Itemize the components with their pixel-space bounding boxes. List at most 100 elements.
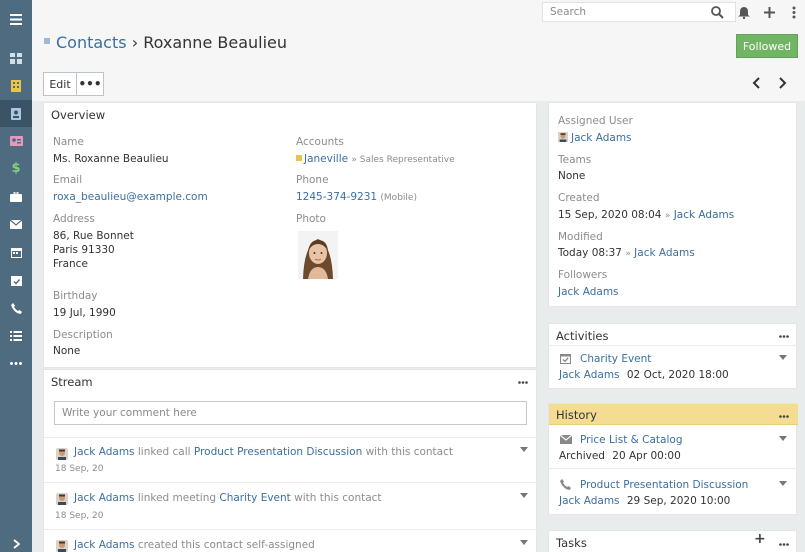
avatar — [56, 540, 68, 552]
birthday-label: Birthday — [53, 290, 98, 302]
sidebar-item-more[interactable] — [0, 350, 32, 377]
stream-entry-text: Jack Adams created this contact self-ass… — [74, 538, 315, 552]
stream-user-link[interactable]: Jack Adams — [74, 446, 135, 458]
contact-photo[interactable] — [298, 231, 338, 279]
activity-link[interactable]: Charity Event — [580, 352, 651, 366]
record-info-panel: Assigned User Jack Adams Teams None Crea… — [548, 102, 797, 307]
sidebar-item-cases[interactable] — [0, 183, 32, 210]
edit-button[interactable]: Edit — [43, 72, 77, 96]
phone-link[interactable]: 1245-374-9231 — [296, 191, 377, 203]
overview-title: Overview — [51, 108, 106, 122]
portrait-photo — [298, 231, 338, 279]
menu-button[interactable] — [786, 4, 802, 20]
sidebar-item-tasks[interactable] — [0, 322, 32, 349]
assigned-user-link[interactable]: Jack Adams — [571, 132, 632, 144]
address-line3: France — [53, 258, 88, 270]
comment-input[interactable]: Write your comment here — [54, 401, 527, 425]
history-email-link[interactable]: Price List & Catalog — [580, 433, 683, 447]
tasks-panel: Tasks + — [548, 530, 797, 552]
sidebar-item-calls[interactable] — [0, 295, 32, 322]
notifications-button[interactable] — [736, 4, 752, 20]
next-record-button[interactable] — [776, 76, 790, 90]
sidebar-item-leads[interactable] — [0, 127, 32, 154]
modified-label: Modified — [558, 231, 603, 243]
calendar-check-icon — [560, 354, 571, 364]
created-by-link[interactable]: Jack Adams — [674, 209, 735, 221]
phone-icon — [560, 479, 571, 490]
stream-target-link[interactable]: Product Presentation Discussion — [194, 446, 362, 458]
stream-date: 18 Sep, 20 — [55, 511, 104, 521]
history-menu-button[interactable] — [779, 408, 789, 421]
sidebar-expand[interactable] — [0, 530, 32, 552]
caret-down-icon[interactable] — [520, 447, 528, 452]
activities-title: Activities — [556, 329, 609, 343]
account-link[interactable]: Janeville — [304, 153, 348, 165]
sidebar-item-contacts[interactable] — [0, 100, 32, 127]
sidebar: $ — [0, 0, 32, 552]
created-date: 15 Sep, 2020 08:04 — [558, 209, 662, 221]
history-call-link[interactable]: Product Presentation Discussion — [580, 478, 748, 492]
followers-link[interactable]: Jack Adams — [558, 285, 619, 299]
caret-down-icon[interactable] — [520, 540, 528, 545]
add-task-button[interactable]: + — [754, 531, 766, 547]
tasks-menu-button[interactable] — [779, 536, 789, 549]
stream-action: created this contact self-assigned — [137, 539, 315, 551]
caret-down-icon[interactable] — [779, 481, 787, 486]
stream-user-link[interactable]: Jack Adams — [74, 539, 135, 551]
stream-entry: Jack Adams linked meeting Charity Event … — [44, 482, 537, 529]
page-title: Roxanne Beaulieu — [143, 33, 288, 52]
menu-toggle[interactable] — [0, 6, 32, 33]
stream-action: linked meeting — [137, 492, 217, 504]
caret-down-icon[interactable] — [520, 493, 528, 498]
email-label: Email — [53, 174, 83, 186]
building-icon — [11, 79, 21, 92]
stream-menu-button[interactable] — [518, 374, 528, 387]
record-header: Contacts › Roxanne Beaulieu Followed Edi… — [32, 23, 805, 101]
sidebar-item-dashboard[interactable] — [0, 45, 32, 72]
name-label: Name — [53, 136, 84, 148]
search-icon — [710, 5, 724, 19]
sidebar-item-meetings[interactable] — [0, 267, 32, 294]
sidebar-item-calendar[interactable] — [0, 239, 32, 266]
email-link[interactable]: roxa_beaulieu@example.com — [53, 190, 208, 204]
previous-record-button[interactable] — [749, 76, 763, 90]
followed-button[interactable]: Followed — [736, 34, 798, 58]
activity-user-link[interactable]: Jack Adams — [559, 369, 620, 381]
stream-entry-text: Jack Adams linked meeting Charity Event … — [74, 491, 382, 505]
sidebar-item-email[interactable] — [0, 211, 32, 238]
address-line2: Paris 91330 — [53, 244, 115, 256]
more-icon — [10, 362, 22, 365]
caret-down-icon[interactable] — [779, 436, 787, 441]
calendar-check-icon — [10, 276, 22, 286]
overview-panel: Overview Name Ms. Roxanne Beaulieu Accou… — [43, 102, 537, 368]
sidebar-item-accounts[interactable] — [0, 72, 32, 99]
history-call-user-link[interactable]: Jack Adams — [559, 495, 620, 507]
search-button[interactable] — [709, 4, 725, 20]
name-value: Ms. Roxanne Beaulieu — [53, 153, 169, 165]
modified-by-link[interactable]: Jack Adams — [634, 247, 695, 259]
stream-user-link[interactable]: Jack Adams — [74, 492, 135, 504]
created-label: Created — [558, 192, 600, 204]
activities-menu-button[interactable] — [779, 328, 789, 341]
breadcrumb: Contacts › Roxanne Beaulieu — [56, 33, 287, 52]
teams-value: None — [558, 170, 586, 182]
sidebar-item-opportunities[interactable]: $ — [0, 155, 32, 182]
stream-panel: Stream Write your comment here Jack Adam… — [43, 369, 537, 552]
accounts-label: Accounts — [296, 136, 344, 148]
stream-entry-text: Jack Adams linked call Product Presentat… — [74, 445, 453, 459]
ellipsis-icon — [779, 415, 789, 418]
created-value: 15 Sep, 2020 08:04 » Jack Adams — [558, 208, 734, 223]
by-separator: » — [625, 249, 631, 259]
breadcrumb-module-link[interactable]: Contacts — [56, 33, 127, 52]
dollar-icon: $ — [11, 161, 21, 176]
ellipsis-icon — [779, 543, 789, 546]
stream-target-link[interactable]: Charity Event — [219, 492, 290, 504]
more-actions-button[interactable]: ••• — [77, 72, 104, 96]
stream-suffix: with this contact — [294, 492, 382, 504]
quick-create-button[interactable] — [761, 4, 777, 20]
caret-down-icon[interactable] — [779, 355, 787, 360]
module-color-square — [44, 38, 50, 44]
activities-panel: Activities Charity Event Jack Adams 02 O… — [548, 323, 798, 389]
contact-icon — [11, 107, 21, 120]
search-input[interactable]: Search — [542, 2, 736, 22]
